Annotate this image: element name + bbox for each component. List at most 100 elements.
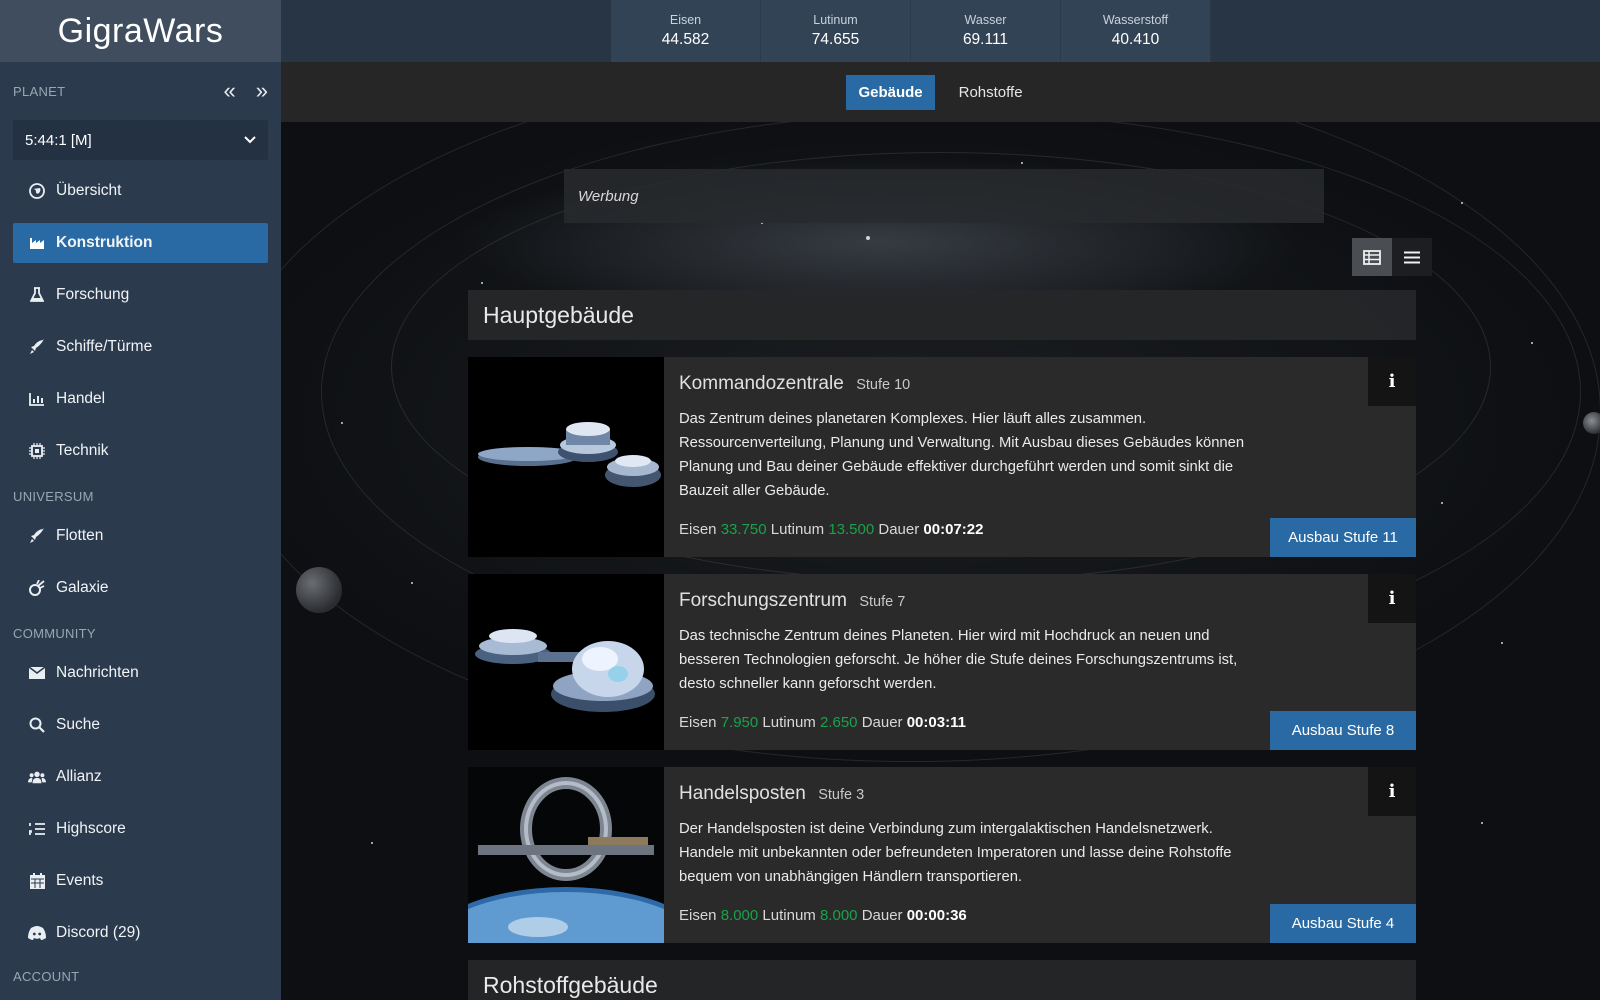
sidebar: GigraWars PLANET « » 5:44:1 [M] Übersich… (0, 0, 281, 1000)
duration-value: 00:07:22 (923, 521, 984, 538)
star (1481, 822, 1483, 824)
tab-gebaeude[interactable]: Gebäude (846, 74, 935, 110)
tab-rohstoffe[interactable]: Rohstoffe (947, 75, 1035, 110)
universum-label: UNIVERSUM (13, 489, 94, 504)
cost-label: Lutinum (762, 907, 816, 924)
building-tabs: Gebäude Rohstoffe (281, 62, 1600, 122)
nav-item-label: Forschung (56, 286, 130, 303)
nav-item-konstruktion[interactable]: Konstruktion (13, 223, 268, 263)
upgrade-button[interactable]: Ausbau Stufe 4 (1270, 904, 1416, 943)
building-image (468, 574, 664, 750)
nav-item-label: Handel (56, 390, 106, 407)
building-name: Forschungszentrum (679, 590, 847, 611)
building-description: Das Zentrum deines planetaren Komplexes.… (679, 411, 1245, 499)
info-button[interactable]: i (1368, 574, 1416, 623)
nav-item-handel[interactable]: Handel (13, 379, 268, 419)
star (866, 236, 870, 240)
upgrade-button[interactable]: Ausbau Stufe 11 (1270, 518, 1416, 557)
star (1501, 642, 1503, 644)
nav-item-label: Nachrichten (56, 664, 139, 681)
star (1441, 502, 1443, 504)
community-label: COMMUNITY (13, 626, 96, 641)
building-description: Der Handelsposten ist deine Verbindung z… (679, 821, 1232, 885)
chart-icon (28, 392, 46, 406)
building-cost: Eisen 8.000 Lutinum 8.000 Dauer 00:00:36 (679, 907, 967, 924)
section-header-rohstoffgebaeude: Rohstoffgebäude (468, 960, 1416, 1000)
meteor-icon (28, 580, 46, 596)
building-image (468, 357, 664, 557)
building-description: Das technische Zentrum deines Planeten. … (679, 628, 1238, 692)
info-button[interactable]: i (1368, 767, 1416, 816)
resource-name: Eisen (669, 13, 702, 27)
building-heading: Handelsposten Stufe 3 (679, 783, 1266, 805)
building-level: Stufe 3 (818, 787, 865, 803)
section-title: Rohstoffgebäude (483, 972, 658, 998)
list-ordered-icon (28, 822, 46, 836)
upgrade-button[interactable]: Ausbau Stufe 8 (1270, 711, 1416, 750)
duration-value: 00:00:36 (906, 907, 967, 924)
building-card-kommandozentrale: Kommandozentrale Stufe 10 Das Zentrum de… (468, 357, 1416, 557)
rocket-icon (28, 528, 46, 544)
nav-item-label: Discord (29) (56, 924, 141, 941)
double-chevron-right-icon[interactable]: » (256, 78, 268, 104)
cost-label: Eisen (679, 907, 717, 924)
section-header: Hauptgebäude (468, 290, 1416, 340)
nav-item-forschung[interactable]: Forschung (13, 275, 268, 315)
planet-arrows: « » (224, 78, 269, 104)
flask-icon (28, 287, 46, 303)
building-card-handelsposten: Handelsposten Stufe 3 Der Handelsposten … (468, 767, 1416, 943)
duration-label: Dauer (861, 714, 903, 731)
nav-item-label: Suche (56, 716, 100, 733)
discord-icon (28, 926, 46, 940)
moon-image (296, 567, 342, 613)
resource-bar: Eisen 44.582 Lutinum 74.655 Wasser 69.11… (281, 0, 1600, 62)
nav-item-label: Highscore (56, 820, 126, 837)
planet-select-value: 5:44:1 [M] (25, 131, 92, 149)
resource-lutinum: Lutinum 74.655 (761, 0, 911, 62)
app-logo[interactable]: GigraWars (0, 0, 281, 62)
star (481, 282, 483, 284)
building-card-forschungszentrum: Forschungszentrum Stufe 7 Das technische… (468, 574, 1416, 750)
nav-item-schiffe[interactable]: Schiffe/Türme (13, 327, 268, 367)
cpu-icon (28, 443, 46, 459)
star (1021, 162, 1023, 164)
resource-name: Wasserstoff (1102, 13, 1169, 27)
building-body: Handelsposten Stufe 3 Der Handelsposten … (679, 783, 1266, 889)
nav-item-allianz[interactable]: Allianz (13, 757, 268, 797)
nav-item-uebersicht[interactable]: Übersicht (13, 171, 268, 211)
building-heading: Forschungszentrum Stufe 7 (679, 590, 1266, 612)
nav-item-nachrichten[interactable]: Nachrichten (13, 653, 268, 693)
info-button[interactable]: i (1368, 357, 1416, 406)
nav-item-label: Allianz (56, 768, 102, 785)
nav-item-discord[interactable]: Discord (29) (13, 913, 268, 953)
nav-item-flotten[interactable]: Flotten (13, 516, 268, 556)
nav-item-technik[interactable]: Technik (13, 431, 268, 471)
planet-label: PLANET (13, 83, 66, 99)
nav-item-highscore[interactable]: Highscore (13, 809, 268, 849)
calendar-icon (28, 873, 46, 889)
account-label: ACCOUNT (13, 969, 80, 984)
table-list-icon[interactable] (1352, 238, 1392, 276)
universum-nav: Flotten Galaxie (0, 516, 281, 608)
cost-lutinum: 13.500 (828, 521, 875, 538)
building-cost: Eisen 7.950 Lutinum 2.650 Dauer 00:03:11 (679, 714, 966, 731)
main-nav: Übersicht Konstruktion Forschung Schiffe… (0, 171, 281, 471)
globe-icon (28, 183, 46, 199)
building-heading: Kommandozentrale Stufe 10 (679, 373, 1266, 395)
nav-item-events[interactable]: Events (13, 861, 268, 901)
nav-item-suche[interactable]: Suche (13, 705, 268, 745)
star (371, 842, 373, 844)
hamburger-list-icon[interactable] (1392, 238, 1432, 276)
duration-value: 00:03:11 (906, 714, 966, 731)
section-title: Hauptgebäude (483, 301, 634, 328)
star (341, 422, 343, 424)
planet-select[interactable]: 5:44:1 [M] (13, 120, 268, 160)
cost-eisen: 33.750 (720, 521, 767, 538)
cost-lutinum: 2.650 (819, 714, 858, 731)
cost-label: Eisen (679, 714, 717, 731)
resource-name: Wasser (964, 13, 1007, 27)
building-image (468, 767, 664, 943)
double-chevron-left-icon[interactable]: « (224, 78, 236, 104)
star (1531, 342, 1533, 344)
nav-item-galaxie[interactable]: Galaxie (13, 568, 268, 608)
